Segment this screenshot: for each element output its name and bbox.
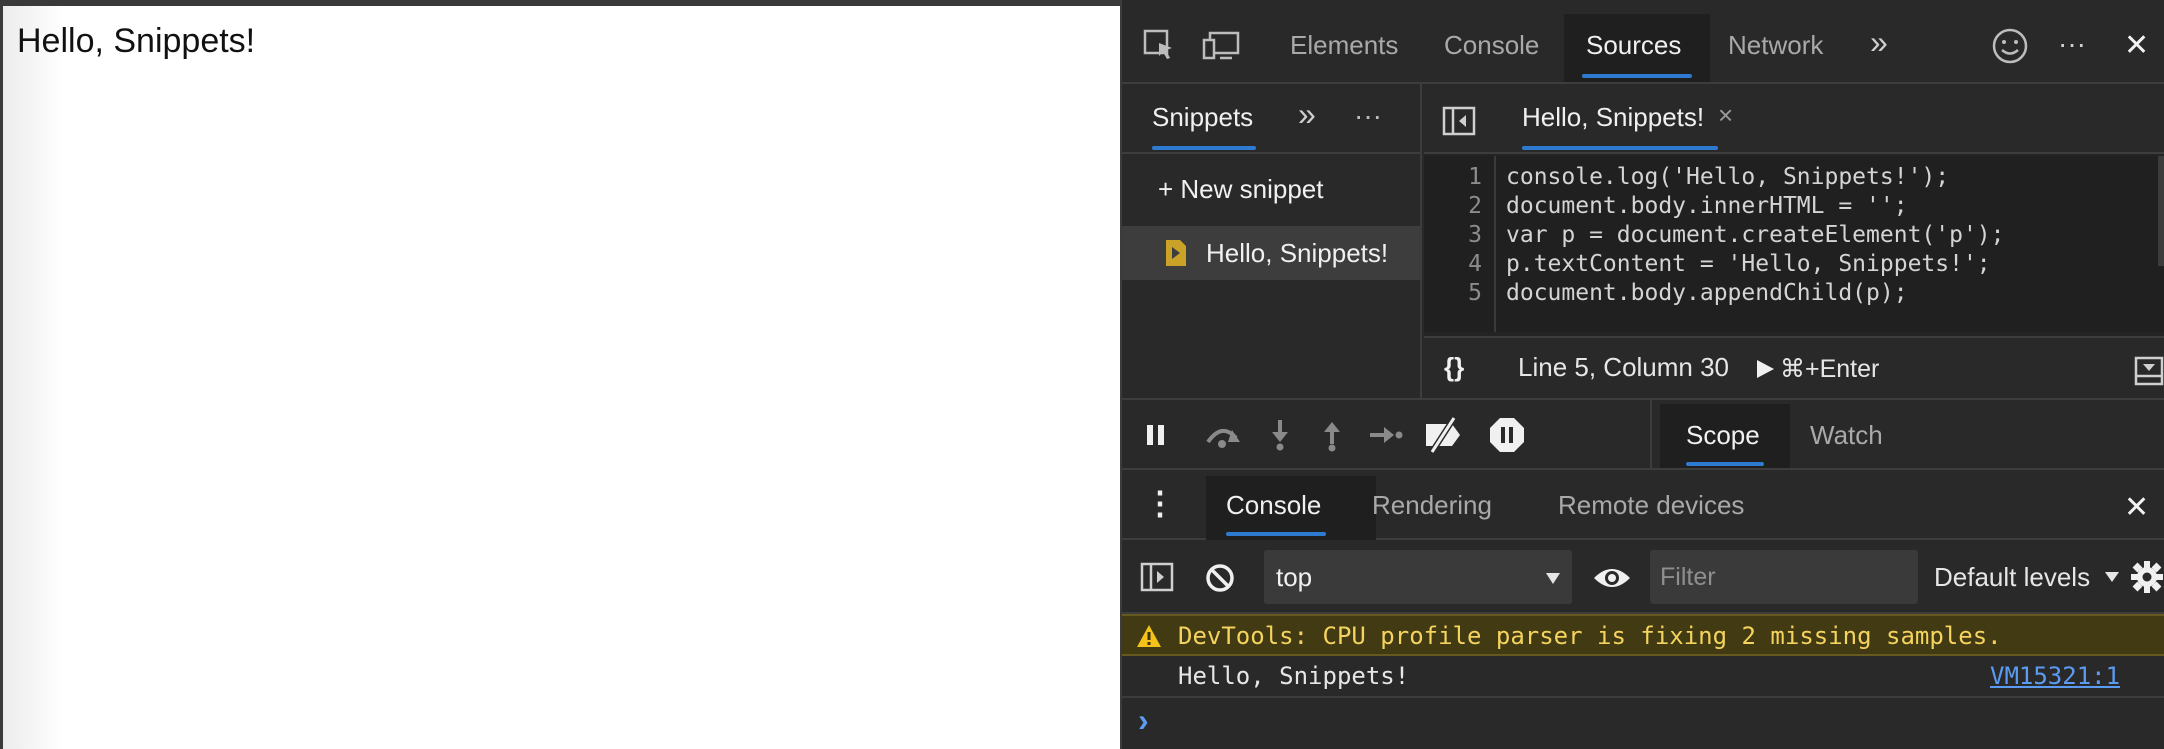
chevron-down-icon xyxy=(1544,570,1562,586)
toggle-navigator-icon[interactable] xyxy=(1442,106,1476,136)
step-over-icon[interactable] xyxy=(1202,420,1246,450)
pretty-print-button[interactable]: {} xyxy=(1444,352,1464,383)
drawer-tabbar: ⋮ Console Rendering Remote devices ✕ xyxy=(1122,470,2164,540)
navigator-tabbar: Snippets » ··· xyxy=(1122,84,1420,154)
tab-watch[interactable]: Watch xyxy=(1810,420,1883,451)
editor-tab-label: Hello, Snippets! xyxy=(1522,102,1705,132)
editor-status-bar: {} Line 5, Column 30 ⌘+Enter xyxy=(1424,336,2164,398)
run-snippet-icon[interactable] xyxy=(1754,358,1776,380)
devtools-panel: Elements Console Sources Network » ··· ✕… xyxy=(1120,0,2164,749)
tab-scope[interactable]: Scope xyxy=(1686,420,1760,451)
console-settings-gear-icon[interactable] xyxy=(2130,560,2164,594)
console-warning-message: DevTools: CPU profile parser is fixing 2… xyxy=(1122,614,2164,656)
levels-chevron-down-icon xyxy=(2104,570,2120,584)
sources-editor: Hello, Snippets! × 1 2 3 4 5 console.log… xyxy=(1424,84,2164,398)
device-toolbar-icon[interactable] xyxy=(1202,30,1240,62)
code-line: document.body.innerHTML = ''; xyxy=(1506,193,1908,219)
snippet-item[interactable]: Hello, Snippets! xyxy=(1122,226,1420,280)
console-log-message: Hello, Snippets! VM15321:1 xyxy=(1122,656,2164,698)
line-number-gutter: 1 2 3 4 5 xyxy=(1424,156,1496,332)
sources-navigator: Snippets » ··· + New snippet Hello, Snip… xyxy=(1122,84,1422,398)
step-icon[interactable] xyxy=(1368,422,1404,448)
cursor-position: Line 5, Column 30 xyxy=(1518,352,1730,382)
code-line: document.body.appendChild(p); xyxy=(1506,280,1908,306)
live-expression-eye-icon[interactable] xyxy=(1592,564,1632,592)
tab-console[interactable]: Console xyxy=(1444,30,1539,61)
editor-tabbar: Hello, Snippets! × xyxy=(1424,84,2164,154)
log-text: Hello, Snippets! xyxy=(1178,662,1410,690)
pause-icon[interactable] xyxy=(1144,422,1168,448)
navigator-menu-icon[interactable]: ··· xyxy=(1354,100,1382,132)
console-prompt[interactable]: › xyxy=(1122,698,2164,749)
editor-tab-underline xyxy=(1522,146,1718,150)
line-number: 5 xyxy=(1468,280,1482,306)
console-filter-input[interactable] xyxy=(1650,550,1918,604)
more-tabs-icon[interactable]: » xyxy=(1870,24,1888,61)
editor-tab[interactable]: Hello, Snippets! × xyxy=(1508,88,1738,154)
deactivate-breakpoints-icon[interactable] xyxy=(1422,416,1464,454)
console-sidebar-icon[interactable] xyxy=(1140,562,1174,592)
code-line: console.log('Hello, Snippets!'); xyxy=(1506,164,1950,190)
line-number: 1 xyxy=(1468,164,1482,190)
code-line: var p = document.createElement('p'); xyxy=(1506,222,2005,248)
line-number: 3 xyxy=(1468,222,1482,248)
pause-on-exceptions-icon[interactable] xyxy=(1488,416,1526,454)
line-number: 2 xyxy=(1468,193,1482,219)
tab-elements[interactable]: Elements xyxy=(1290,30,1398,61)
drawer-close-icon[interactable]: ✕ xyxy=(2124,490,2149,525)
sources-panel: Snippets » ··· + New snippet Hello, Snip… xyxy=(1122,84,2164,398)
warning-text: DevTools: CPU profile parser is fixing 2… xyxy=(1178,622,2002,650)
snippet-item-label: Hello, Snippets! xyxy=(1206,238,1389,268)
clear-console-icon[interactable] xyxy=(1204,562,1236,594)
inspect-icon[interactable] xyxy=(1142,28,1176,62)
tab-scope-underline xyxy=(1686,462,1764,466)
tab-sources-underline xyxy=(1582,74,1692,78)
drawer-tab-console-underline xyxy=(1226,532,1326,536)
tab-network[interactable]: Network xyxy=(1728,30,1823,61)
step-into-icon[interactable] xyxy=(1268,418,1292,452)
close-icon[interactable]: ✕ xyxy=(2124,28,2149,63)
drawer-menu-icon[interactable]: ⋮ xyxy=(1144,484,1176,522)
tab-snippets[interactable]: Snippets xyxy=(1152,102,1253,133)
run-shortcut-label[interactable]: ⌘+Enter xyxy=(1780,354,1879,384)
code-editor[interactable]: 1 2 3 4 5 console.log('Hello, Snippets!'… xyxy=(1424,156,2164,332)
execution-context-select[interactable]: top xyxy=(1264,550,1572,604)
debugger-divider xyxy=(1650,400,1652,470)
drawer-tab-console[interactable]: Console xyxy=(1226,490,1321,521)
drawer-tab-rendering[interactable]: Rendering xyxy=(1372,490,1492,521)
editor-scrollbar[interactable] xyxy=(2158,156,2164,266)
log-levels-dropdown[interactable]: Default levels xyxy=(1934,552,2124,602)
viewport-edge-shade xyxy=(3,6,63,749)
new-snippet-button[interactable]: + New snippet xyxy=(1158,174,1323,205)
navigator-more-tabs-icon[interactable]: » xyxy=(1298,96,1316,133)
feedback-smiley-icon[interactable] xyxy=(1990,26,2030,66)
page-viewport: Hello, Snippets! xyxy=(0,0,1120,749)
debugger-toolbar: Scope Watch xyxy=(1122,398,2164,470)
toggle-debugger-icon[interactable] xyxy=(2134,356,2164,386)
console-toolbar: top Default levels xyxy=(1122,540,2164,614)
code-line: p.textContent = 'Hello, Snippets!'; xyxy=(1506,251,1991,277)
tab-sources[interactable]: Sources xyxy=(1586,30,1681,61)
log-source-link[interactable]: VM15321:1 xyxy=(1990,662,2120,690)
more-menu-icon[interactable]: ··· xyxy=(2058,28,2086,60)
prompt-chevron-icon: › xyxy=(1138,702,1149,738)
drawer-tab-remote-devices[interactable]: Remote devices xyxy=(1558,490,1744,521)
execution-context-value: top xyxy=(1276,562,1313,592)
warning-icon xyxy=(1136,624,1162,648)
log-levels-label: Default levels xyxy=(1934,562,2091,592)
step-out-icon[interactable] xyxy=(1320,418,1344,452)
snippet-file-icon xyxy=(1164,238,1188,268)
editor-tab-close-icon[interactable]: × xyxy=(1718,100,1733,131)
page-paragraph: Hello, Snippets! xyxy=(17,22,256,60)
tab-snippets-underline xyxy=(1152,146,1256,150)
line-number: 4 xyxy=(1468,251,1482,277)
devtools-main-tabbar: Elements Console Sources Network » ··· ✕ xyxy=(1122,0,2164,84)
